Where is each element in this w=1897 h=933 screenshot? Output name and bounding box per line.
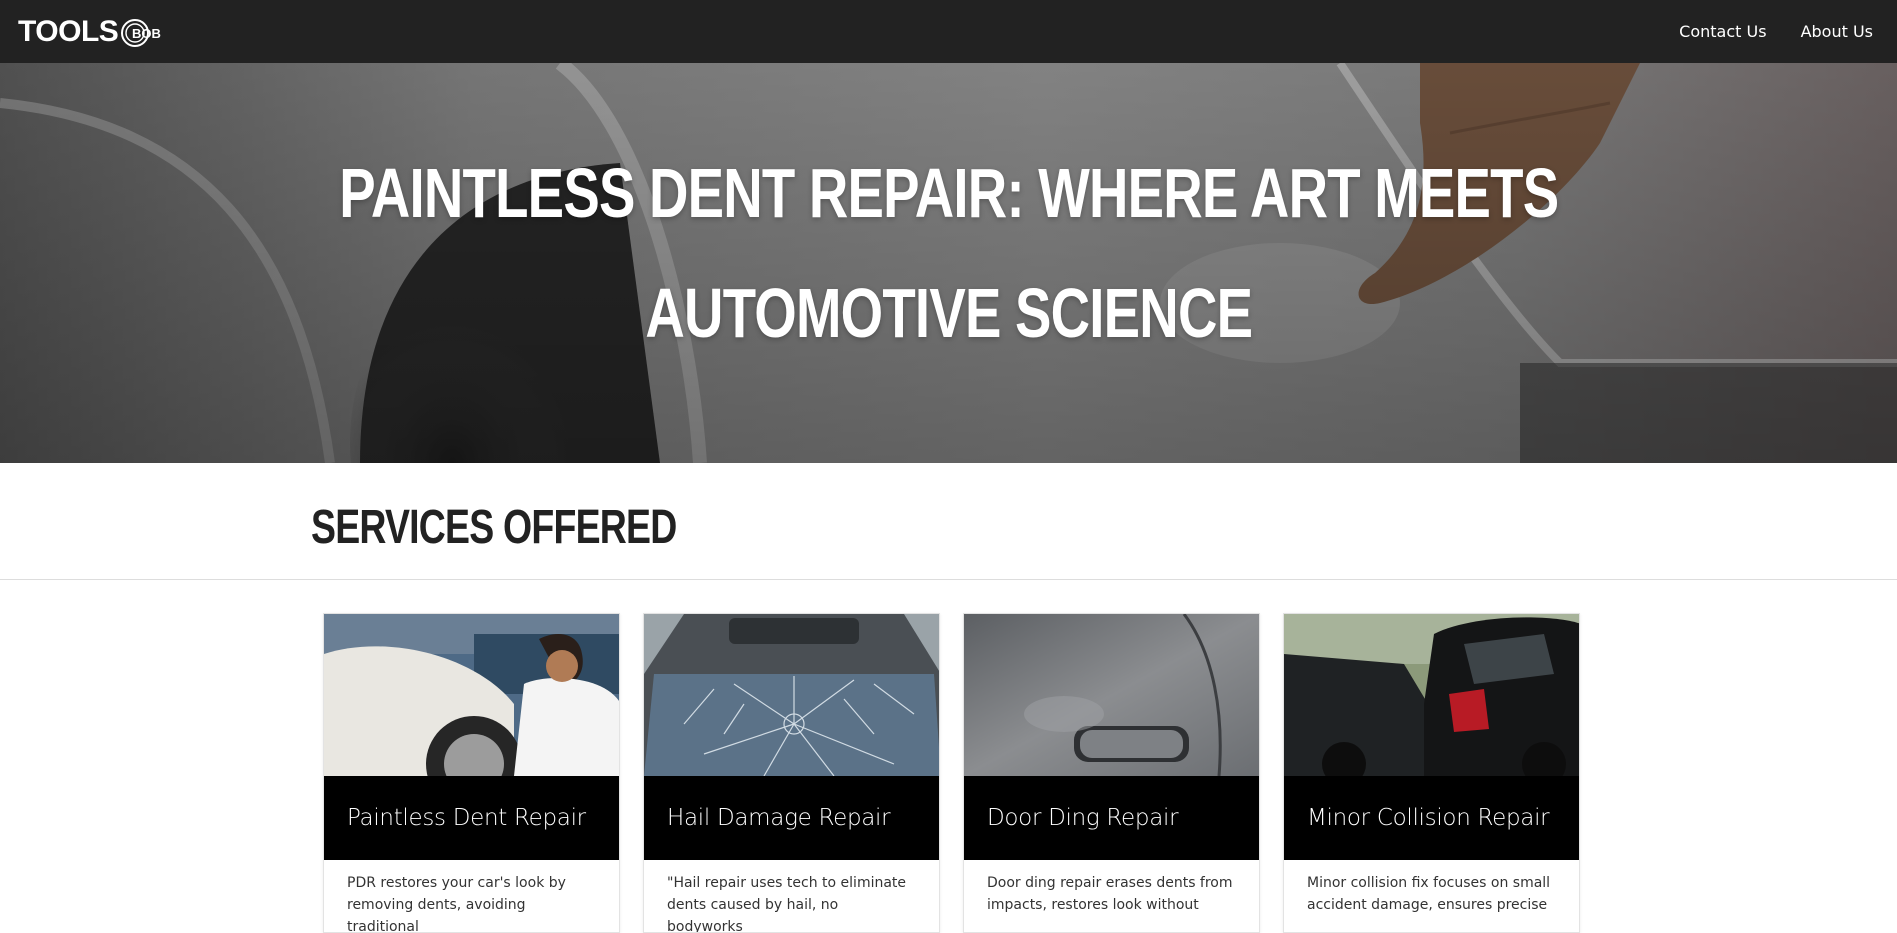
service-card-paintless-dent-repair[interactable]: Paintless Dent Repair PDR restores your … xyxy=(323,613,620,933)
nav-links: Contact Us About Us xyxy=(1679,22,1873,41)
logo-mark-icon: BOB xyxy=(121,18,161,47)
service-card-hail-damage-repair[interactable]: Hail Damage Repair "Hail repair uses tec… xyxy=(643,613,940,933)
card-title: Paintless Dent Repair xyxy=(347,805,586,831)
card-title-bar: Paintless Dent Repair xyxy=(324,776,619,860)
services-card-list: Paintless Dent Repair PDR restores your … xyxy=(323,613,1580,933)
card-description: PDR restores your car's look by removing… xyxy=(347,875,566,933)
rear-end-collision-photo xyxy=(1284,614,1579,776)
card-title-bar: Door Ding Repair xyxy=(964,776,1259,860)
nav-link-about-us[interactable]: About Us xyxy=(1801,22,1873,41)
hero-banner: PAINTLESS DENT REPAIR: WHERE ART MEETS A… xyxy=(0,63,1897,463)
card-description: "Hail repair uses tech to eliminate dent… xyxy=(667,875,907,933)
cracked-windshield-photo xyxy=(644,614,939,776)
car-door-handle-photo xyxy=(964,614,1259,776)
hero-title-line-2: AUTOMOTIVE SCIENCE xyxy=(645,274,1253,352)
nav-link-contact-us[interactable]: Contact Us xyxy=(1679,22,1766,41)
services-section-header: SERVICES OFFERED xyxy=(0,463,1897,580)
hero-title: PAINTLESS DENT REPAIR: WHERE ART MEETS A… xyxy=(209,133,1689,373)
top-navbar: TOOLS BOB Contact Us About Us xyxy=(0,0,1897,63)
card-title: Minor Collision Repair xyxy=(1307,805,1550,831)
svg-text:BOB: BOB xyxy=(132,26,161,41)
card-title-bar: Hail Damage Repair xyxy=(644,776,939,860)
card-title-bar: Minor Collision Repair xyxy=(1284,776,1579,860)
card-description: Door ding repair erases dents from impac… xyxy=(987,875,1233,913)
site-logo[interactable]: TOOLS BOB xyxy=(18,15,166,49)
card-title: Hail Damage Repair xyxy=(667,805,891,831)
card-title: Door Ding Repair xyxy=(987,805,1179,831)
logo-text: TOOLS xyxy=(18,14,119,48)
mechanic-at-car-wheel-photo xyxy=(324,614,619,776)
hero-title-line-1: PAINTLESS DENT REPAIR: WHERE ART MEETS xyxy=(339,154,1559,232)
service-card-minor-collision-repair[interactable]: Minor Collision Repair Minor collision f… xyxy=(1283,613,1580,933)
services-title: SERVICES OFFERED xyxy=(311,501,677,554)
service-card-door-ding-repair[interactable]: Door Ding Repair Door ding repair erases… xyxy=(963,613,1260,933)
card-description: Minor collision fix focuses on small acc… xyxy=(1307,875,1551,913)
